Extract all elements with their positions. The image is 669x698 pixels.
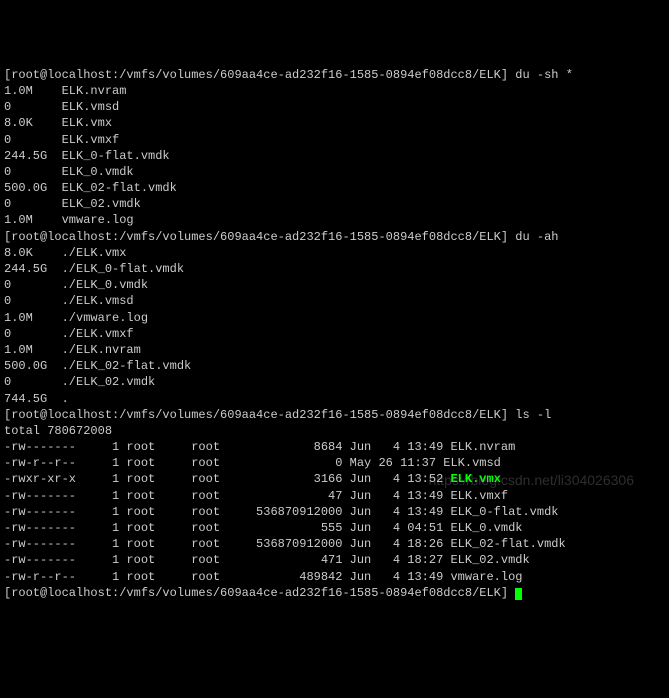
- watermark-text: https://blog.csdn.net/li304026306: [429, 471, 635, 490]
- cursor: [515, 588, 522, 600]
- terminal-output: [root@localhost:/vmfs/volumes/609aa4ce-a…: [4, 67, 665, 601]
